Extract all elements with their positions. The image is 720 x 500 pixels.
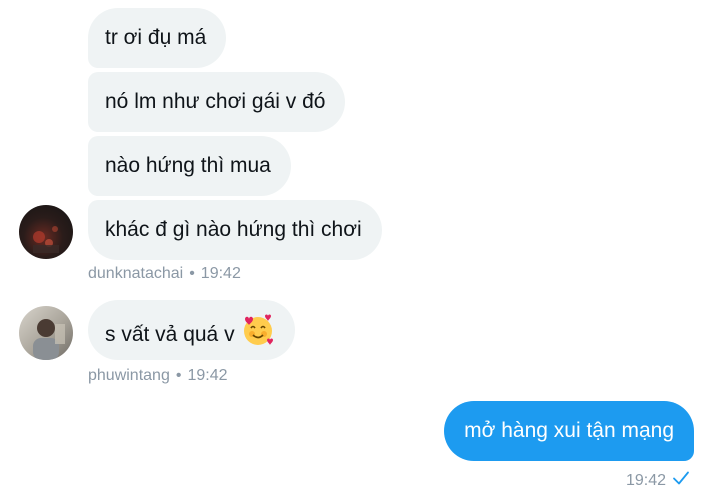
message-text: s vất vả quá v — [105, 323, 235, 347]
sender-name[interactable]: phuwintang — [88, 367, 170, 384]
message-meta: dunknatachai • 19:42 — [88, 265, 241, 283]
avatar[interactable] — [19, 306, 73, 360]
message-time: 19:42 — [200, 265, 241, 282]
message-bubble-incoming[interactable]: s vất vả quá v — [88, 300, 295, 360]
message-text: tr ơi đụ má — [105, 26, 207, 49]
message-bubble-incoming[interactable]: nó lm như chơi gái v đó — [88, 72, 346, 132]
message-text: nó lm như chơi gái v đó — [105, 90, 326, 113]
message-text: mở hàng xui tận mạng — [464, 419, 674, 442]
message-bubble-incoming[interactable]: tr ơi đụ má — [88, 8, 227, 68]
message-meta: phuwintang • 19:42 — [88, 367, 228, 385]
sender-name[interactable]: dunknatachai — [88, 265, 183, 282]
message-bubble-incoming[interactable]: khác đ gì nào hứng thì chơi — [88, 200, 382, 260]
meta-separator: • — [189, 265, 195, 282]
avatar[interactable] — [19, 205, 73, 259]
message-time: 19:42 — [625, 471, 666, 489]
smiling-face-with-hearts-icon — [241, 313, 275, 354]
meta-separator: • — [175, 367, 182, 384]
message-text: khác đ gì nào hứng thì chơi — [105, 218, 362, 241]
avatar-photo-icon — [33, 319, 65, 360]
message-bubble-incoming[interactable]: nào hứng thì mua — [88, 136, 291, 196]
message-text: nào hứng thì mua — [105, 154, 271, 177]
message-meta: 19:42 — [626, 470, 690, 491]
avatar-photo-icon — [33, 226, 59, 253]
message-bubble-outgoing[interactable]: mở hàng xui tận mạng — [444, 401, 694, 461]
check-icon — [672, 470, 690, 491]
message-time: 19:42 — [187, 367, 228, 384]
